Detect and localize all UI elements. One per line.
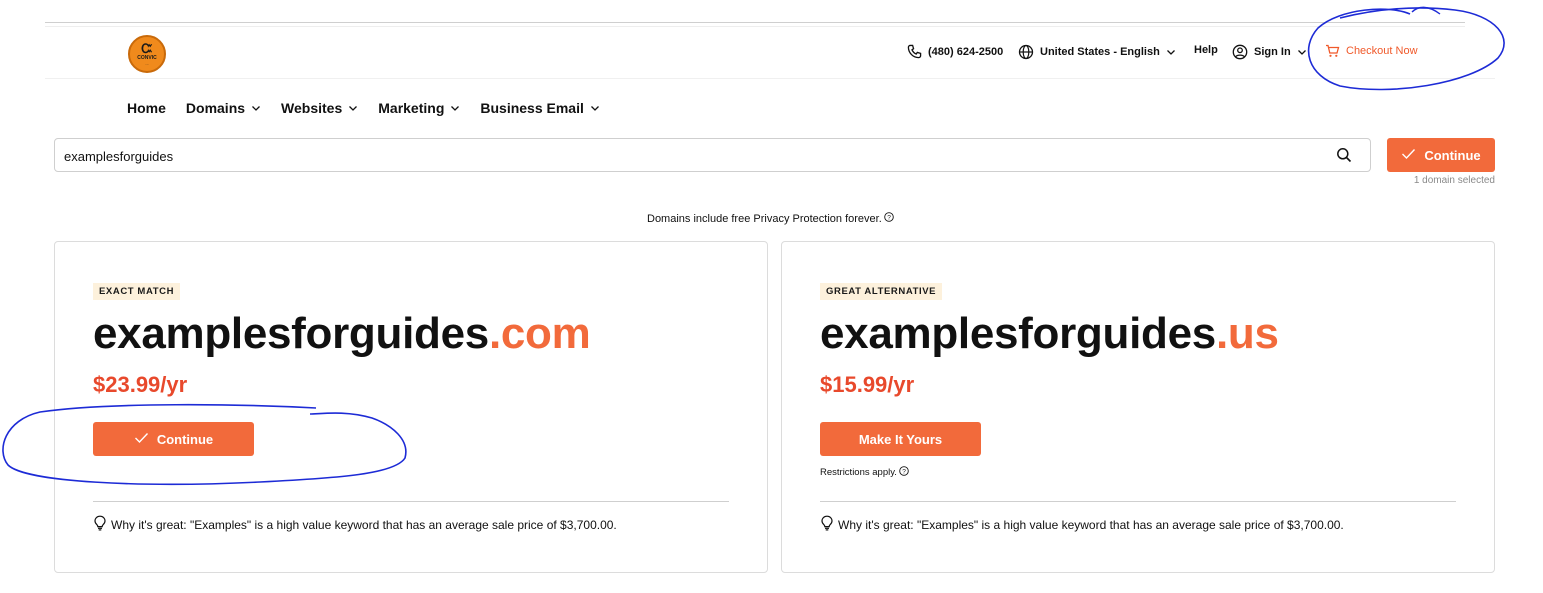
continue-label: Continue xyxy=(1424,147,1481,163)
info-icon[interactable]: ? xyxy=(899,466,909,479)
lightbulb-icon xyxy=(820,515,834,534)
domain-search-input[interactable] xyxy=(64,147,1264,165)
chevron-down-icon xyxy=(590,100,600,116)
card-continue-label: Continue xyxy=(156,431,214,447)
domain-sld: examplesforguides xyxy=(93,309,489,358)
domain-card-great-alternative: GREAT ALTERNATIVE examplesforguides.us $… xyxy=(781,241,1495,573)
nav-item-label: Websites xyxy=(281,100,343,116)
sign-in-label: Sign In xyxy=(1254,46,1291,58)
cart-icon xyxy=(1325,44,1340,58)
language-label: United States - English xyxy=(1040,46,1160,58)
privacy-note-text: Domains include free Privacy Protection … xyxy=(647,212,882,225)
lightbulb-icon xyxy=(93,515,107,534)
nav-item-label: Home xyxy=(127,100,166,116)
phone-icon xyxy=(907,44,922,59)
why-its-great: Why it's great: "Examples" is a high val… xyxy=(93,515,617,534)
domain-sld: examplesforguides xyxy=(820,309,1216,358)
privacy-note: Domains include free Privacy Protection … xyxy=(647,212,894,225)
svg-text:?: ? xyxy=(887,214,891,221)
header-divider xyxy=(45,78,1495,79)
great-alternative-badge: GREAT ALTERNATIVE xyxy=(820,283,943,300)
phone-number: (480) 624-2500 xyxy=(928,45,1004,58)
checkout-label: Checkout Now xyxy=(1346,45,1418,57)
nav-item-label: Marketing xyxy=(378,100,445,116)
restrictions-text: Restrictions apply. xyxy=(820,467,897,478)
chevron-down-icon xyxy=(251,100,261,116)
help-label: Help xyxy=(1194,44,1218,56)
why-its-great-text: Why it's great: "Examples" is a high val… xyxy=(111,517,617,532)
domain-tld: .us xyxy=(1215,309,1279,358)
card-continue-button[interactable]: Continue xyxy=(93,422,254,456)
domain-name: examplesforguides.com xyxy=(93,308,591,360)
svg-text:?: ? xyxy=(902,468,906,475)
card-divider xyxy=(93,501,729,502)
nav-item-home[interactable]: Home xyxy=(127,100,166,116)
language-selector[interactable]: United States - English xyxy=(1018,44,1176,60)
domain-price: $15.99/yr xyxy=(820,372,915,397)
checkout-link[interactable]: Checkout Now xyxy=(1325,44,1418,58)
check-icon xyxy=(134,432,149,447)
nav-item-business-email[interactable]: Business Email xyxy=(480,100,600,116)
why-its-great-text: Why it's great: "Examples" is a high val… xyxy=(838,517,1344,532)
info-icon[interactable]: ? xyxy=(884,212,894,225)
globe-icon xyxy=(1018,44,1034,60)
nav-item-domains[interactable]: Domains xyxy=(186,100,261,116)
domain-card-exact-match: EXACT MATCH examplesforguides.com $23.99… xyxy=(54,241,768,573)
nav-item-label: Business Email xyxy=(480,100,584,116)
logo-mark: Ꮸ xyxy=(141,40,153,56)
card-divider xyxy=(820,501,1456,502)
top-border-light xyxy=(45,26,1465,27)
exact-match-badge: EXACT MATCH xyxy=(93,283,181,300)
check-icon xyxy=(1401,148,1416,163)
nav-item-websites[interactable]: Websites xyxy=(281,100,358,116)
nav-item-label: Domains xyxy=(185,100,246,116)
domain-tld: .com xyxy=(488,309,591,358)
chevron-down-icon xyxy=(1297,47,1307,57)
annotation-tick-checkout xyxy=(1411,6,1441,15)
search-icon[interactable] xyxy=(1336,147,1352,168)
brand-logo[interactable]: Ꮸ CONVIC ... xyxy=(128,35,166,73)
restrictions-note: Restrictions apply. ? xyxy=(820,466,909,479)
phone-link[interactable]: (480) 624-2500 xyxy=(907,44,1003,59)
chevron-down-icon xyxy=(1166,47,1176,57)
domains-selected-count: 1 domain selected xyxy=(1413,175,1495,186)
chevron-down-icon xyxy=(348,100,358,116)
user-icon xyxy=(1232,44,1248,60)
chevron-down-icon xyxy=(450,100,460,116)
domain-search-box xyxy=(54,138,1371,172)
why-its-great: Why it's great: "Examples" is a high val… xyxy=(820,515,1344,534)
logo-tagline: ... xyxy=(145,60,149,66)
help-link[interactable]: Help xyxy=(1194,44,1218,56)
continue-button[interactable]: Continue xyxy=(1387,138,1495,172)
domain-price: $23.99/yr xyxy=(93,372,188,397)
make-it-yours-label: Make It Yours xyxy=(858,431,943,447)
sign-in-menu[interactable]: Sign In xyxy=(1232,44,1307,60)
top-border xyxy=(45,22,1465,23)
make-it-yours-button[interactable]: Make It Yours xyxy=(820,422,981,456)
nav-item-marketing[interactable]: Marketing xyxy=(378,100,460,116)
main-nav: Home Domains Websites Marketing Business… xyxy=(127,100,600,116)
domain-name: examplesforguides.us xyxy=(820,308,1279,360)
